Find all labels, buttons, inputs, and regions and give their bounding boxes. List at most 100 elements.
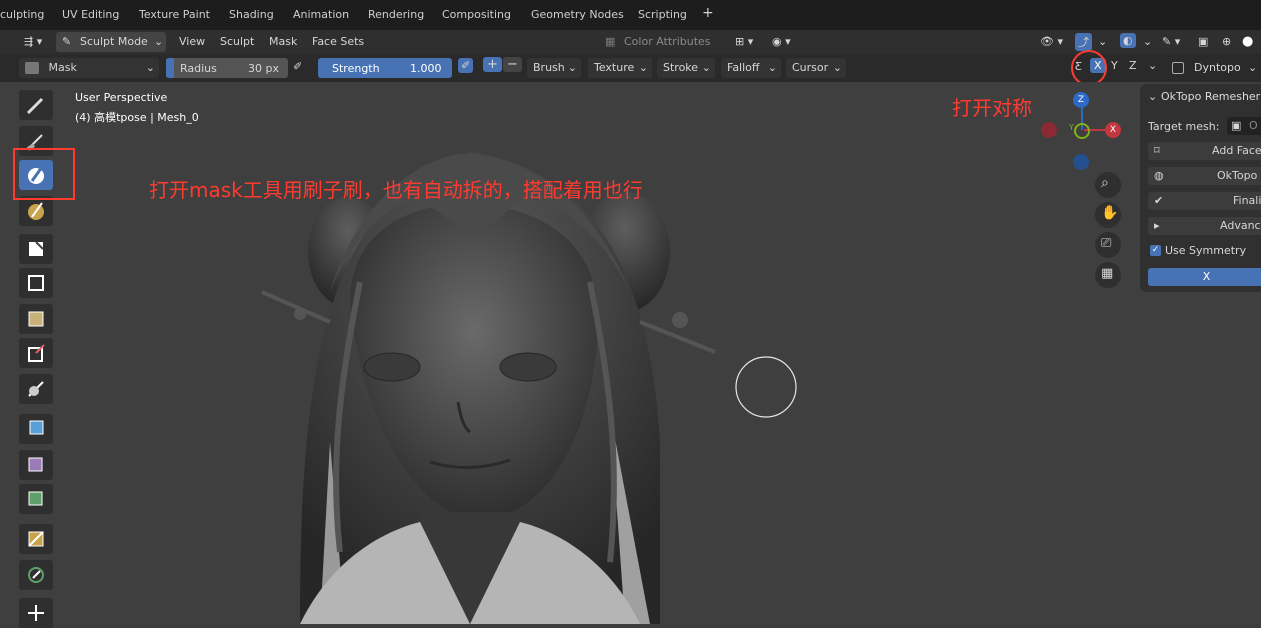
menu-face-sets[interactable]: Face Sets	[312, 35, 364, 48]
chevron-down-icon: ⌄	[832, 61, 842, 74]
oktopo-label: OkTopo	[1217, 169, 1258, 182]
falloff-dropdown[interactable]: Falloff ⌄	[721, 58, 781, 78]
3d-viewport[interactable]: User Perspective (4) 高模tpose | Mesh_0 打开…	[0, 82, 1261, 624]
mask-annotation: 打开mask工具用刷子刷，也有自动拆的，搭配着用也行	[149, 178, 643, 202]
solid-shading-icon[interactable]: ●	[1242, 34, 1253, 49]
strength-label: Strength	[332, 62, 380, 75]
color-attributes-icon: ▦	[605, 35, 616, 48]
overlay-icon[interactable]: ◐	[1120, 33, 1136, 48]
visibility-icon[interactable]: 👁 ▾	[1040, 35, 1063, 48]
chevron-down-icon: ⌄	[638, 61, 648, 74]
oktopo-icon: ◍	[1154, 169, 1164, 182]
mode-label: Sculpt Mode	[80, 35, 148, 48]
chevron-down-icon[interactable]: ⌄	[1143, 35, 1152, 48]
add-mask-button[interactable]: +	[483, 57, 502, 72]
tab-rendering[interactable]: Rendering	[368, 8, 424, 21]
tool-mask-by-color[interactable]	[19, 524, 53, 554]
stroke-dropdown-label: Stroke	[663, 61, 699, 74]
display-icon[interactable]: ◉ ▾	[772, 35, 791, 48]
strength-value: 1.000	[410, 62, 442, 75]
dyntopo-checkbox[interactable]	[1172, 62, 1184, 74]
tool-cloth-filter[interactable]	[19, 414, 53, 444]
strength-field[interactable]: Strength 1.000	[318, 58, 452, 78]
y-axis-button[interactable]	[1074, 123, 1090, 139]
viewport-header: ⇶ ▾ ✎ Sculpt Mode ⌄ View Sculpt Mask Fac…	[0, 30, 1261, 54]
finalize-button[interactable]: ✔ Finali	[1148, 192, 1261, 210]
menu-sculpt[interactable]: Sculpt	[220, 35, 254, 48]
tab-shading[interactable]: Shading	[229, 8, 274, 21]
camera-icon[interactable]: ⎚	[1095, 232, 1121, 258]
chevron-down-icon: ⌄	[701, 61, 711, 74]
tab-animation[interactable]: Animation	[293, 8, 349, 21]
pan-hand-icon[interactable]: ✋	[1095, 202, 1121, 228]
radius-value: 30 px	[248, 62, 279, 75]
x-axis-button[interactable]: X	[1105, 122, 1121, 138]
chevron-down-icon[interactable]: ⌄	[1148, 59, 1157, 72]
radius-fill	[166, 58, 174, 78]
symmetry-z-button[interactable]: Z	[1129, 59, 1137, 72]
tool-draw[interactable]	[19, 90, 53, 120]
chevron-down-icon: ⌄	[145, 61, 155, 74]
tool-paint[interactable]	[19, 196, 53, 226]
chevron-right-icon: ▸	[1154, 219, 1160, 232]
mode-selector[interactable]: ✎ Sculpt Mode ⌄	[56, 32, 166, 52]
tool-line-project[interactable]	[19, 338, 53, 368]
brush-selector[interactable]: Mask ⌄	[19, 58, 159, 78]
tab-compositing[interactable]: Compositing	[442, 8, 511, 21]
tool-box-hide[interactable]	[19, 268, 53, 298]
use-symmetry-checkbox[interactable]: ✓	[1150, 245, 1161, 256]
advanced-section[interactable]: ▸ Advanc	[1148, 217, 1261, 235]
add-workspace-button[interactable]: +	[702, 5, 714, 21]
target-mesh-field[interactable]: ▣ O	[1227, 117, 1261, 135]
neg-x-axis-button[interactable]	[1041, 122, 1057, 138]
viewport-perspective-label: User Perspective	[75, 91, 168, 104]
tool-box-face-set[interactable]	[19, 304, 53, 334]
texture-dropdown[interactable]: Texture ⌄	[588, 58, 652, 78]
tool-color-filter[interactable]	[19, 450, 53, 480]
tab-sculpting[interactable]: culpting	[0, 8, 44, 21]
tab-texture-paint[interactable]: Texture Paint	[139, 8, 210, 21]
tab-geometry-nodes[interactable]: Geometry Nodes	[531, 8, 624, 21]
pressure-radius-icon[interactable]: ✐	[293, 60, 302, 73]
symmetry-axis-x-button[interactable]: X	[1148, 268, 1261, 286]
chevron-down-icon[interactable]: ⌄	[1248, 61, 1257, 74]
oktopo-button[interactable]: ◍ OkTopo	[1148, 167, 1261, 185]
color-attributes-dropdown[interactable]: Color Attributes	[624, 35, 711, 48]
stroke-dropdown[interactable]: Stroke ⌄	[657, 58, 715, 78]
navigation-gizmo[interactable]: Z Y X	[1040, 88, 1121, 178]
zoom-icon[interactable]: ⌕	[1095, 172, 1121, 198]
z-axis-button[interactable]: Z	[1073, 92, 1089, 108]
use-symmetry-label: Use Symmetry	[1165, 244, 1247, 257]
tab-scripting[interactable]: Scripting	[638, 8, 687, 21]
pressure-strength-icon[interactable]: ✐	[458, 58, 474, 73]
subtract-mask-button[interactable]: −	[503, 57, 522, 72]
radius-field[interactable]: Radius 30 px	[166, 58, 288, 78]
wireframe-shading-icon[interactable]: ⊕	[1222, 35, 1231, 48]
add-face-button[interactable]: ⌑ Add Face	[1148, 142, 1261, 160]
panel-collapse-icon[interactable]: ⌄	[1148, 90, 1157, 103]
snap-icon[interactable]: ⊞ ▾	[735, 35, 753, 48]
symmetry-y-button[interactable]: Y	[1111, 59, 1118, 72]
brush-overlay-icon[interactable]: ✎ ▾	[1162, 35, 1180, 48]
tab-uv-editing[interactable]: UV Editing	[62, 8, 119, 21]
tool-mesh-filter[interactable]	[19, 374, 53, 404]
target-mesh-value: O	[1249, 119, 1258, 132]
brush-dropdown[interactable]: Brush ⌄	[527, 58, 581, 78]
neg-z-axis-button[interactable]	[1073, 154, 1089, 170]
editor-type-icon[interactable]: ⇶ ▾	[24, 35, 42, 48]
menu-mask[interactable]: Mask	[269, 35, 297, 48]
menu-view[interactable]: View	[179, 35, 205, 48]
texture-dropdown-label: Texture	[594, 61, 635, 74]
tool-box-mask[interactable]	[19, 234, 53, 264]
chevron-down-icon[interactable]: ⌄	[1098, 35, 1107, 48]
perspective-grid-icon[interactable]: ▦	[1095, 262, 1121, 288]
cursor-dropdown[interactable]: Cursor ⌄	[786, 58, 846, 78]
check-icon: ✔	[1154, 194, 1164, 207]
advanced-label: Advanc	[1220, 219, 1261, 232]
xray-icon[interactable]: ▣	[1198, 35, 1208, 48]
tool-face-set-edit[interactable]	[19, 484, 53, 514]
tool-transform[interactable]	[19, 560, 53, 590]
oktopo-panel: ⌄ OkTopo Remesher Target mesh: ▣ O ⌑ Add…	[1140, 84, 1261, 292]
gizmo-toggle-icon[interactable]: ⤴	[1075, 33, 1092, 51]
symmetry-annotation: 打开对称	[952, 96, 1032, 120]
